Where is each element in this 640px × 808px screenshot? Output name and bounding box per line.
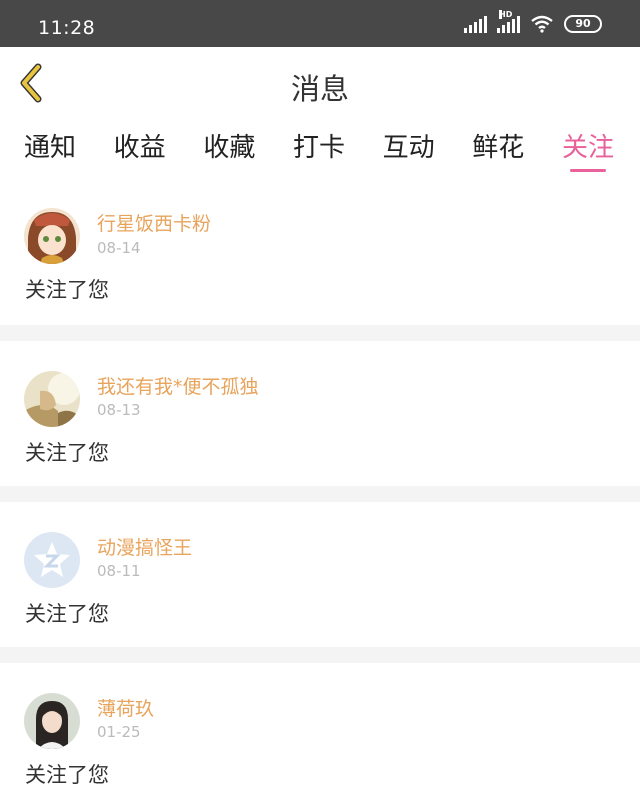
tab-earnings[interactable]: 收益 — [114, 117, 166, 173]
tab-flowers[interactable]: 鲜花 — [472, 117, 524, 173]
header: 消息 — [0, 47, 640, 117]
tab-bar: 通知 收益 收藏 打卡 互动 鲜花 关注 — [0, 117, 640, 173]
hd-label: HD — [499, 10, 513, 19]
tab-checkin[interactable]: 打卡 — [293, 117, 345, 173]
tab-follows[interactable]: 关注 — [562, 117, 614, 173]
default-star-avatar-icon[interactable] — [24, 532, 80, 588]
tab-interactions[interactable]: 互动 — [383, 117, 435, 173]
message-date: 01-25 — [97, 723, 141, 741]
battery-icon: 90 — [564, 15, 602, 33]
page-title: 消息 — [290, 72, 349, 106]
status-bar: 11:28 HD 90 — [0, 0, 640, 47]
message-date: 08-13 — [97, 401, 141, 419]
message-date: 08-14 — [97, 239, 141, 257]
username[interactable]: 我还有我*便不孤独 — [97, 372, 259, 399]
username[interactable]: 薄荷玖 — [97, 694, 154, 721]
signal-hd-icon: HD — [497, 10, 520, 33]
message-content: 关注了您 — [25, 763, 109, 787]
status-icons: HD 90 — [464, 10, 602, 33]
list-item[interactable]: 薄荷玖 01-25 关注了您 — [0, 663, 640, 808]
tab-favorites[interactable]: 收藏 — [203, 117, 255, 173]
message-content: 关注了您 — [25, 602, 109, 626]
message-date: 08-11 — [97, 562, 141, 580]
girl-photo-avatar-icon[interactable] — [24, 693, 80, 749]
message-content: 关注了您 — [25, 441, 109, 465]
list-item[interactable]: 动漫搞怪王 08-11 关注了您 — [0, 502, 640, 647]
list-item[interactable]: 我还有我*便不孤独 08-13 关注了您 — [0, 341, 640, 486]
anime-girl-avatar-icon[interactable] — [24, 208, 80, 264]
status-time: 11:28 — [38, 17, 96, 39]
username[interactable]: 行星饭西卡粉 — [97, 209, 211, 236]
wifi-icon — [531, 15, 553, 33]
tab-notifications[interactable]: 通知 — [24, 117, 76, 173]
photo-avatar-icon[interactable] — [24, 371, 80, 427]
list-item[interactable]: 行星饭西卡粉 08-14 关注了您 — [0, 173, 640, 325]
message-content: 关注了您 — [25, 278, 109, 302]
signal-icon — [464, 15, 487, 33]
message-list: 行星饭西卡粉 08-14 关注了您 我还有我*便不孤独 08-13 关注了您 动… — [0, 173, 640, 808]
username[interactable]: 动漫搞怪王 — [97, 533, 192, 560]
